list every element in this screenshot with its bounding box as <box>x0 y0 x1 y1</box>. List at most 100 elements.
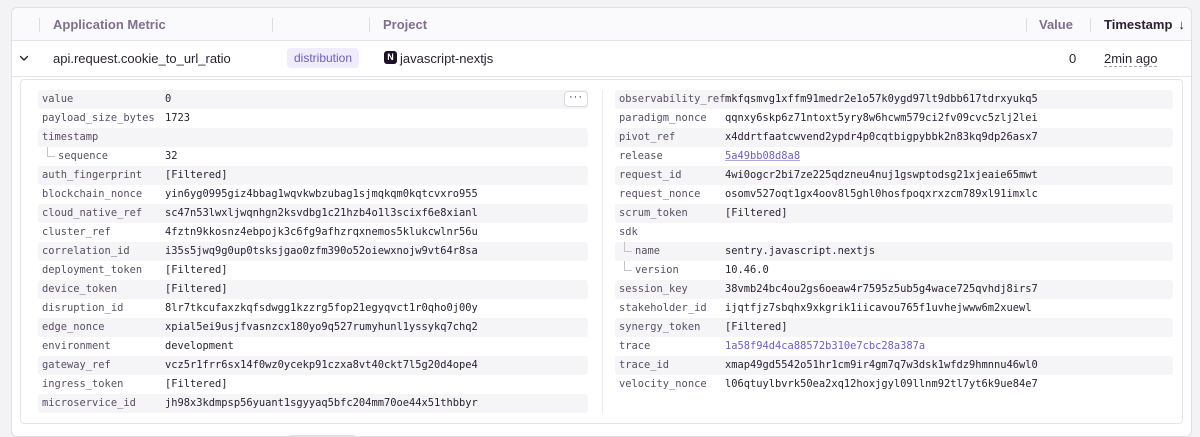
attribute-value: [Filtered] <box>165 264 228 276</box>
relative-time: 2min ago <box>1104 51 1158 67</box>
attribute-value: 8lr7tkcufaxzkqfsdwgg1kzzrg5fop21egyqvct1… <box>165 302 478 314</box>
attribute-key: timestamp <box>42 131 99 143</box>
column-divider <box>602 90 603 413</box>
attribute-key: request_id <box>619 169 682 181</box>
attribute-value: l06qtuylbvrk50ea2xq12hoxjgyl09llnm92tl7y… <box>725 378 1038 390</box>
attribute-value-link[interactable]: 1a58f94d4ca88572b310e7cbc28a387a <box>725 337 925 356</box>
attribute-row-payload-size-bytes: payload_size_bytes 1723 <box>38 109 588 128</box>
attribute-value: qqnxy6skp6z71ntoxt5yry8w6hcwm579ci2fv09c… <box>725 112 1038 124</box>
attribute-row-scrum-token: scrum_token [Filtered] <box>615 204 1173 223</box>
attribute-row-cluster-ref: cluster_ref 4fztn9kkosnz4ebpojk3c6fg9afhz… <box>38 223 588 242</box>
column-header-metric[interactable]: Application Metric <box>53 17 166 33</box>
attribute-value: sc47n53lwxljwqnhgn2ksvdbg1c21hzb4o1l3sci… <box>165 207 478 219</box>
attribute-row-edge-nonce: edge_nonce xpial5ei9usjfvasnzcx180yo9q527… <box>38 318 588 337</box>
attribute-value: development <box>165 340 234 352</box>
attribute-key: sdk <box>619 226 638 238</box>
project-name[interactable]: javascript-nextjs <box>400 51 493 67</box>
column-separator <box>272 18 273 32</box>
attribute-row-stakeholder-id: stakeholder_id ijqtfjz7sbqhx9xkgrik1iicav… <box>615 299 1173 318</box>
attribute-key: blockchain_nonce <box>42 188 143 200</box>
attribute-key: value <box>42 93 74 105</box>
attribute-key: environment <box>42 340 111 352</box>
attribute-row-paradigm-nonce: paradigm_nonce qqnxy6skp6z71ntoxt5yry8w6h… <box>615 109 1173 128</box>
attribute-row-pivot-ref: pivot_ref x4ddrtfaatcwvend2ypdr4p0cqtbigp… <box>615 128 1173 147</box>
attribute-row-release: release 5a49bb08d8a8 <box>615 147 1173 166</box>
attribute-value-link[interactable]: 5a49bb08d8a8 <box>725 147 800 166</box>
attribute-value: 0 <box>165 93 172 105</box>
attribute-value: 32 <box>165 150 178 162</box>
metric-details-panel: value 0 ··· payload_size_bytes 1723 timestamp… <box>20 79 1183 424</box>
attribute-key: microservice_id <box>42 397 136 409</box>
attribute-key: trace <box>619 340 651 352</box>
attribute-row-disruption-id: disruption_id 8lr7tkcufaxzkqfsdwgg1kzzrg5… <box>38 299 588 318</box>
attribute-key: correlation_id <box>42 245 130 257</box>
attribute-value: 38vmb24bc4ou2gs6oeaw4r7595z5ub5g4wace725… <box>725 283 1038 295</box>
nextjs-project-icon: N <box>384 51 397 64</box>
attribute-key: disruption_id <box>42 302 124 314</box>
attribute-row-synergy-token: synergy_token [Filtered] <box>615 318 1173 337</box>
sort-descending-icon: ↓ <box>1178 17 1185 32</box>
attribute-key: release <box>619 150 663 162</box>
column-separator <box>39 18 40 32</box>
attribute-key: payload_size_bytes <box>42 112 155 124</box>
metric-type-badge: distribution <box>287 48 360 68</box>
attribute-row-observability-ref: observability_ref mkfqsmvg1xffm91medr2e1o… <box>615 90 1173 109</box>
column-separator <box>1026 18 1027 32</box>
metric-timestamp[interactable]: 2min ago <box>1104 51 1158 67</box>
attribute-row-session-key: session_key 38vmb24bc4ou2gs6oeaw4r7595z5u… <box>615 280 1173 299</box>
attribute-value: [Filtered] <box>725 321 788 333</box>
attribute-value: i35s5jwq9g0up0tsksjgao0zfm390o52oiewxnoj… <box>165 245 478 257</box>
attribute-value: 4fztn9kkosnz4ebpojk3c6fg9afhzrqxnemos5kl… <box>165 226 478 238</box>
attribute-key: device_token <box>42 283 118 295</box>
attribute-value: [Filtered] <box>165 169 228 181</box>
column-header-value[interactable]: Value <box>1039 17 1073 33</box>
attribute-value: xmap49gd5542o51hr1cm9ir4gm7q7w3dsk1wfdz9… <box>725 359 1038 371</box>
attribute-key: trace_id <box>619 359 670 371</box>
attribute-value: mkfqsmvg1xffm91medr2e1o57k0ygd97lt9dbb61… <box>725 93 1038 105</box>
column-separator <box>369 18 370 32</box>
attribute-row-request-nonce: request_nonce osomv527oqt1gx4oov8l5ghl0ho… <box>615 185 1173 204</box>
attribute-key: cloud_native_ref <box>42 207 143 219</box>
attribute-row-timestamp: timestamp <box>38 128 588 147</box>
metric-name[interactable]: api.request.cookie_to_url_ratio <box>53 51 231 67</box>
attribute-row-request-id: request_id 4wi0ogcr2bi7ze225qdzneu4nuj1gs… <box>615 166 1173 185</box>
attribute-key: ingress_token <box>42 378 124 390</box>
attribute-value: [Filtered] <box>165 283 228 295</box>
tree-connector <box>47 147 55 157</box>
attribute-row-blockchain-nonce: blockchain_nonce yin6yg0995giz4bbag1wqvkw… <box>38 185 588 204</box>
attribute-value: [Filtered] <box>165 378 228 390</box>
attribute-row-deployment-token: deployment_token [Filtered] <box>38 261 588 280</box>
chevron-down-icon[interactable] <box>18 52 30 64</box>
attribute-row-trace: trace 1a58f94d4ca88572b310e7cbc28a387a <box>615 337 1173 356</box>
attribute-key: auth_fingerprint <box>42 169 143 181</box>
attribute-row-sequence: sequence 32 <box>38 147 588 166</box>
attribute-value: xpial5ei9usjfvasnzcx180yo9q527rumyhunl1y… <box>165 321 478 333</box>
attribute-key: name <box>635 245 661 257</box>
attribute-value: x4ddrtfaatcwvend2ypdr4p0cqtbigpybbk2n83k… <box>725 131 1038 143</box>
attribute-key: pivot_ref <box>619 131 676 143</box>
attribute-row-device-token: device_token [Filtered] <box>38 280 588 299</box>
attribute-key: deployment_token <box>42 264 143 276</box>
attribute-row-auth-fingerprint: auth_fingerprint [Filtered] <box>38 166 588 185</box>
attribute-row-velocity-nonce: velocity_nonce l06qtuylbvrk50ea2xq12hoxjg… <box>615 375 1173 394</box>
attribute-row-environment: environment development <box>38 337 588 356</box>
details-right-column: observability_ref mkfqsmvg1xffm91medr2e1o… <box>615 90 1173 394</box>
tree-connector <box>624 242 632 252</box>
column-header-project[interactable]: Project <box>383 17 427 33</box>
attribute-row-name: name sentry.javascript.nextjs <box>615 242 1173 261</box>
attribute-key: session_key <box>619 283 688 295</box>
column-header-timestamp[interactable]: Timestamp ↓ <box>1104 17 1185 33</box>
attribute-key: sequence <box>58 150 109 162</box>
metrics-table: Application Metric Project Value Timesta… <box>11 7 1192 437</box>
table-row[interactable]: api.request.cookie_to_url_ratio distribu… <box>12 41 1191 77</box>
attribute-row-ingress-token: ingress_token [Filtered] <box>38 375 588 394</box>
attribute-row-version: version 10.46.0 <box>615 261 1173 280</box>
more-options-button[interactable]: ··· <box>564 91 588 107</box>
attribute-key: observability_ref <box>619 93 726 105</box>
attribute-key: gateway_ref <box>42 359 111 371</box>
attribute-key: synergy_token <box>619 321 701 333</box>
column-separator <box>1090 18 1091 32</box>
attribute-key: paradigm_nonce <box>619 112 707 124</box>
attribute-value: ijqtfjz7sbqhx9xkgrik1iicavou765f1uvhejww… <box>725 302 1032 314</box>
attribute-value: 10.46.0 <box>725 264 769 276</box>
